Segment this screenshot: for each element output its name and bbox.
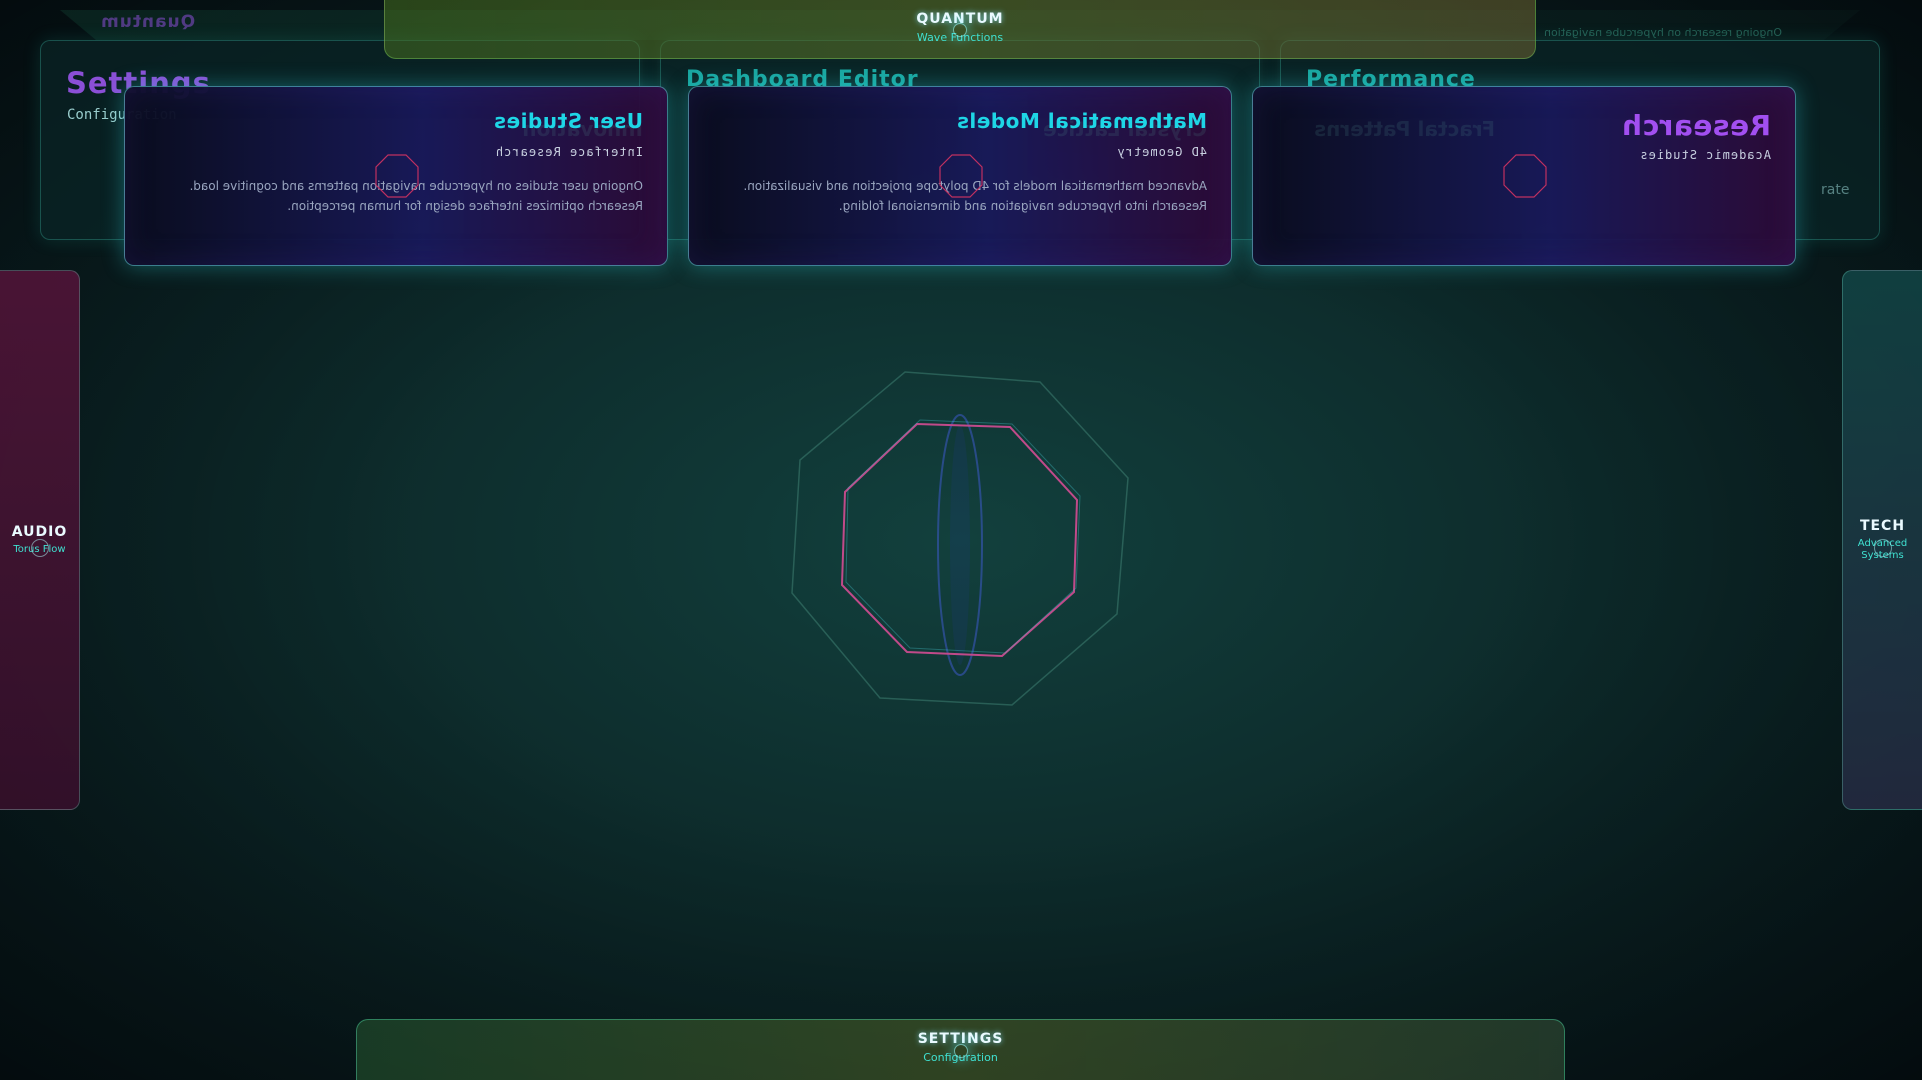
nav-left-label: AUDIO — [11, 524, 68, 540]
octagon-icon — [939, 154, 983, 198]
back-panel-side-text: rate — [1821, 182, 1850, 198]
hypercube-visualization — [791, 371, 1129, 706]
nav-bottom-settings[interactable]: SETTINGS Configuration — [356, 1019, 1565, 1080]
card-ghost-title: Fractal Patterns — [1314, 117, 1495, 141]
card-category: Interface Research — [494, 145, 643, 159]
nav-indicator-dot-icon — [1873, 539, 1892, 557]
nav-right-label: TECH — [1859, 518, 1906, 534]
nav-left-audio[interactable]: AUDIO Torus Flow — [0, 270, 80, 810]
nav-right-tech[interactable]: TECH Advanced Systems — [1842, 270, 1922, 810]
card-category: 4D Geometry — [1116, 145, 1207, 159]
nav-indicator-dot-icon — [953, 1044, 968, 1058]
card-title: User Studies — [493, 109, 643, 133]
octagon-icon — [375, 154, 419, 198]
card-title: Mathematical Models — [956, 109, 1207, 133]
nav-indicator-dot-icon — [30, 539, 49, 557]
card-category: Academic Studies — [1639, 148, 1771, 162]
card-title: Research — [1621, 109, 1771, 142]
nav-top-quantum[interactable]: QUANTUM Wave Functions — [384, 0, 1536, 59]
back-logo: Quantum — [100, 12, 196, 32]
card-research[interactable]: Fractal Patterns Research Academic Studi… — [1252, 86, 1796, 266]
back-strip-text: Ongoing research on hypercube navigation — [1544, 26, 1782, 39]
card-mathematical-models[interactable]: Crystal Lattice Mathematical Models 4D G… — [688, 86, 1232, 266]
nav-indicator-dot-icon — [953, 23, 967, 37]
octagon-icon — [1503, 154, 1547, 198]
card-user-studies[interactable]: Innovation User Studies Interface Resear… — [124, 86, 668, 266]
